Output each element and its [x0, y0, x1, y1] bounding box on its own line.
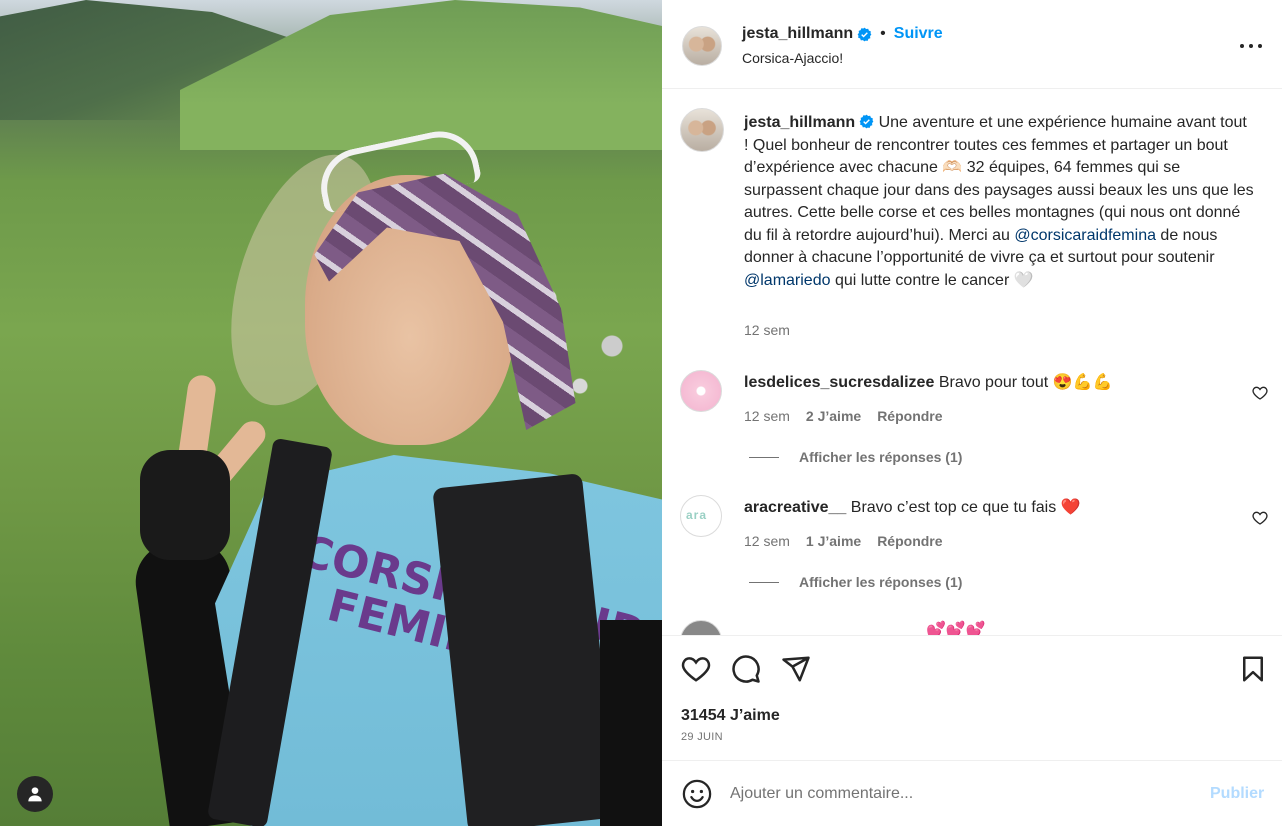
comment-text: lesdelices_sucresdalizee Bravo pour tout… — [744, 372, 1112, 392]
caption-body-1: Une aventure et une expérience humaine a… — [744, 114, 1254, 244]
likes-count[interactable]: 31454 J’aime — [681, 707, 780, 725]
author-line: jesta_hillmann • Suivre — [742, 25, 943, 43]
replies-line — [749, 581, 779, 583]
emoji-icon[interactable] — [682, 779, 712, 809]
caption-text: jesta_hillmann Une aventure et une expér… — [744, 112, 1254, 292]
photo-glove — [140, 450, 230, 560]
follow-button[interactable]: Suivre — [894, 25, 943, 43]
comment-likes[interactable]: 1 J’aime — [806, 533, 861, 549]
photo-sleeve — [600, 620, 662, 826]
caption-avatar[interactable] — [680, 108, 724, 152]
share-icon[interactable] — [781, 654, 811, 684]
post-date[interactable]: 29 JUIN — [681, 731, 723, 743]
comment-likes[interactable]: 2 J’aime — [806, 408, 861, 424]
more-options-icon[interactable] — [1240, 36, 1262, 56]
comment-text: aracreative__ Bravo c’est top ce que tu … — [744, 497, 1081, 517]
post-panel: jesta_hillmann • Suivre Corsica-Ajaccio!… — [662, 0, 1282, 826]
caption-body-3: qui lutte contre le cancer 🤍 — [830, 271, 1034, 289]
comment-meta: 12 sem 2 J’aime Répondre — [744, 408, 943, 424]
reply-button[interactable]: Répondre — [877, 408, 942, 424]
comment-body: Bravo pour tout 😍💪💪 — [938, 374, 1113, 391]
caption-username[interactable]: jesta_hillmann — [744, 114, 855, 131]
save-bookmark-icon[interactable] — [1238, 654, 1268, 684]
view-replies-button[interactable]: Afficher les réponses (1) — [749, 449, 962, 465]
commenter-username[interactable]: lesdelices_sucresdalizee — [744, 374, 934, 391]
comment-time[interactable]: 12 sem — [744, 533, 790, 549]
view-replies-label: Afficher les réponses (1) — [799, 449, 963, 465]
author-username[interactable]: jesta_hillmann — [742, 25, 853, 43]
commenter-avatar-logo: ara — [686, 508, 708, 522]
tagged-users-button[interactable] — [17, 776, 53, 812]
like-comment-heart-icon[interactable] — [1252, 385, 1268, 401]
comment-item: ara aracreative__ Bravo c’est top ce que… — [680, 495, 1270, 575]
photo-person: CORSICA RAID FEMINA — [0, 0, 662, 826]
mention-link[interactable]: @corsicaraidfemina — [1014, 227, 1156, 244]
publish-button[interactable]: Publier — [1210, 785, 1264, 803]
comment-body: Bravo c’est top ce que tu fais ❤️ — [850, 499, 1081, 516]
verified-badge-icon — [857, 27, 872, 41]
mention-link[interactable]: @lamariedo — [744, 272, 831, 289]
post-location[interactable]: Corsica-Ajaccio! — [742, 50, 843, 66]
author-avatar[interactable] — [682, 26, 722, 66]
commenter-avatar[interactable] — [680, 620, 722, 635]
commenter-avatar[interactable]: ara — [680, 495, 722, 537]
post-actions: 31454 J’aime 29 JUIN — [662, 635, 1282, 757]
comment-body: 💕💕💕 — [926, 622, 986, 635]
separator-dot: • — [880, 25, 886, 42]
comment-meta: 12 sem 1 J’aime Répondre — [744, 533, 943, 549]
comment-time[interactable]: 12 sem — [744, 408, 790, 424]
comment-input[interactable] — [730, 779, 1180, 809]
verified-badge-icon — [859, 114, 874, 129]
post-header: jesta_hillmann • Suivre Corsica-Ajaccio! — [662, 0, 1282, 89]
comments-section[interactable]: jesta_hillmann Une aventure et une expér… — [662, 90, 1282, 635]
reply-button[interactable]: Répondre — [877, 533, 942, 549]
like-heart-icon[interactable] — [681, 654, 711, 684]
view-replies-button[interactable]: Afficher les réponses (1) — [749, 574, 962, 590]
user-icon — [28, 787, 42, 802]
add-comment-bar: Publier — [662, 760, 1282, 826]
commenter-username[interactable]: aracreative__ — [744, 499, 846, 516]
replies-line — [749, 456, 779, 458]
comment-item: lesdelices_sucresdalizee Bravo pour tout… — [680, 370, 1270, 450]
commenter-avatar[interactable] — [680, 370, 722, 412]
comment-icon[interactable] — [731, 654, 761, 684]
comment-item-partial: 💕💕💕 — [680, 620, 1270, 635]
caption-time[interactable]: 12 sem — [744, 322, 790, 338]
view-replies-label: Afficher les réponses (1) — [799, 574, 963, 590]
post-photo[interactable]: CORSICA RAID FEMINA — [0, 0, 662, 826]
like-comment-heart-icon[interactable] — [1252, 510, 1268, 526]
